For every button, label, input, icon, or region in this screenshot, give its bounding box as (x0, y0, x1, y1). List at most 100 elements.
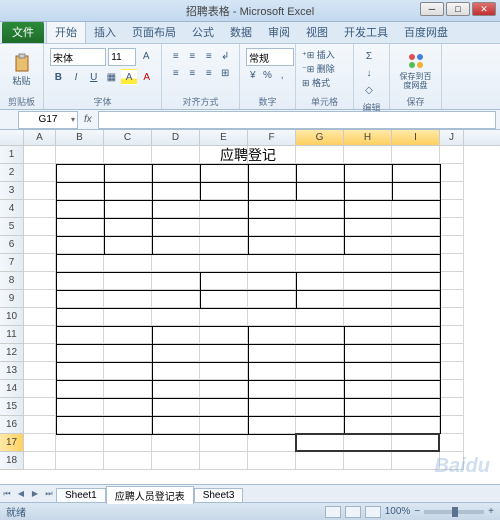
maximize-button[interactable]: □ (446, 2, 470, 16)
view-layout-button[interactable] (345, 506, 361, 518)
row-header-17[interactable]: 17 (0, 434, 24, 452)
border-button[interactable]: ▦ (103, 69, 120, 85)
col-header-F[interactable]: F (248, 130, 296, 145)
sheet-tab-2[interactable]: 应聘人员登记表 (106, 486, 194, 504)
col-header-J[interactable]: J (440, 130, 464, 145)
clipboard-label: 剪贴板 (4, 94, 39, 109)
sheet-tab-3[interactable]: Sheet3 (194, 488, 244, 502)
sheet-nav-next[interactable]: ▶ (28, 487, 42, 501)
status-mode: 就绪 (6, 504, 26, 519)
merged-title-cell[interactable]: 应聘登记 (56, 146, 440, 164)
font-name-dropdown[interactable]: 宋体 (50, 48, 106, 66)
tab-baidu[interactable]: 百度网盘 (396, 21, 456, 43)
percent-button[interactable]: % (261, 67, 275, 83)
row-header-7[interactable]: 7 (0, 254, 24, 272)
align-center-button[interactable]: ≡ (185, 65, 201, 81)
tab-insert[interactable]: 插入 (86, 21, 124, 43)
format-cells-button[interactable]: ⊞ 格式 (302, 76, 347, 89)
row-header-9[interactable]: 9 (0, 290, 24, 308)
zoom-level: 100% (385, 506, 411, 517)
row-header-5[interactable]: 5 (0, 218, 24, 236)
row-header-15[interactable]: 15 (0, 398, 24, 416)
row-header-11[interactable]: 11 (0, 326, 24, 344)
row-header-1[interactable]: 1 (0, 146, 24, 164)
view-break-button[interactable] (365, 506, 381, 518)
col-header-C[interactable]: C (104, 130, 152, 145)
zoom-controls: 100% − + (325, 506, 494, 518)
save-baidu-button[interactable]: 保存到百度网盘 (394, 49, 437, 92)
tab-dev[interactable]: 开发工具 (336, 21, 396, 43)
clear-button[interactable]: ◇ (360, 82, 378, 98)
zoom-in-button[interactable]: + (488, 506, 494, 517)
italic-button[interactable]: I (68, 69, 85, 85)
fill-button[interactable]: ↓ (360, 65, 378, 81)
row-header-18[interactable]: 18 (0, 452, 24, 470)
merge-button[interactable]: ⊞ (218, 65, 234, 81)
group-font: 宋体 11 A B I U ▦ A A 字体 (44, 44, 162, 109)
col-header-I[interactable]: I (392, 130, 440, 145)
col-header-D[interactable]: D (152, 130, 200, 145)
row-header-13[interactable]: 13 (0, 362, 24, 380)
wrap-button[interactable]: ↲ (218, 48, 234, 64)
group-cells: ⁺⊞ 插入 ⁻⊞ 删除 ⊞ 格式 单元格 (296, 44, 354, 109)
font-size-dropdown[interactable]: 11 (108, 48, 135, 66)
col-header-E[interactable]: E (200, 130, 248, 145)
sheet-nav-prev[interactable]: ◀ (14, 487, 28, 501)
col-header-H[interactable]: H (344, 130, 392, 145)
row-header-14[interactable]: 14 (0, 380, 24, 398)
sheet-nav-last[interactable]: ⏭ (42, 487, 56, 501)
row-header-3[interactable]: 3 (0, 182, 24, 200)
col-header-A[interactable]: A (24, 130, 56, 145)
ribbon-tabs: 文件 开始 插入 页面布局 公式 数据 审阅 视图 开发工具 百度网盘 (0, 22, 500, 44)
file-tab[interactable]: 文件 (2, 21, 44, 43)
bold-button[interactable]: B (50, 69, 67, 85)
row-header-2[interactable]: 2 (0, 164, 24, 182)
row-header-16[interactable]: 16 (0, 416, 24, 434)
delete-cells-button[interactable]: ⁻⊞ 删除 (302, 62, 347, 75)
tab-view[interactable]: 视图 (298, 21, 336, 43)
minimize-button[interactable]: ─ (420, 2, 444, 16)
tab-review[interactable]: 审阅 (260, 21, 298, 43)
tab-formulas[interactable]: 公式 (184, 21, 222, 43)
tab-home[interactable]: 开始 (46, 20, 86, 43)
col-header-B[interactable]: B (56, 130, 104, 145)
col-header-G[interactable]: G (296, 130, 344, 145)
row-header-12[interactable]: 12 (0, 344, 24, 362)
tab-layout[interactable]: 页面布局 (124, 21, 184, 43)
sheet-tab-1[interactable]: Sheet1 (56, 488, 106, 502)
tab-data[interactable]: 数据 (222, 21, 260, 43)
paste-button[interactable]: 粘贴 (10, 51, 34, 89)
font-color-button[interactable]: A (138, 69, 155, 85)
sheet-nav-first[interactable]: ⏮ (0, 487, 14, 501)
spreadsheet-grid[interactable]: ABCDEFGHIJ 123456789101112131415161718 应… (0, 130, 500, 484)
currency-button[interactable]: ¥ (246, 67, 260, 83)
comma-button[interactable]: , (275, 67, 289, 83)
align-mid-button[interactable]: ≡ (185, 48, 201, 64)
cells-area[interactable]: 应聘登记 (24, 146, 500, 470)
sheet-tab-bar: ⏮ ◀ ▶ ⏭ Sheet1 应聘人员登记表 Sheet3 (0, 484, 500, 502)
view-normal-button[interactable] (325, 506, 341, 518)
row-header-6[interactable]: 6 (0, 236, 24, 254)
align-bot-button[interactable]: ≡ (201, 48, 217, 64)
select-all-corner[interactable] (0, 130, 24, 145)
formula-input[interactable] (98, 111, 496, 129)
align-left-button[interactable]: ≡ (168, 65, 184, 81)
name-box[interactable]: G17 (18, 111, 78, 129)
zoom-slider[interactable] (424, 510, 484, 514)
align-right-button[interactable]: ≡ (201, 65, 217, 81)
fx-icon[interactable]: fx (84, 114, 92, 125)
underline-button[interactable]: U (85, 69, 102, 85)
number-format-dropdown[interactable]: 常规 (246, 48, 294, 66)
align-top-button[interactable]: ≡ (168, 48, 184, 64)
row-header-4[interactable]: 4 (0, 200, 24, 218)
close-button[interactable]: ✕ (472, 2, 496, 16)
paste-label: 粘贴 (12, 74, 30, 87)
zoom-out-button[interactable]: − (414, 506, 420, 517)
insert-cells-button[interactable]: ⁺⊞ 插入 (302, 48, 347, 61)
row-header-10[interactable]: 10 (0, 308, 24, 326)
increase-font-button[interactable]: A (138, 48, 155, 64)
autosum-button[interactable]: Σ (360, 48, 378, 64)
fill-color-button[interactable]: A (121, 69, 138, 85)
ribbon: 粘贴 剪贴板 宋体 11 A B I U ▦ A A 字体 ≡ (0, 44, 500, 110)
row-header-8[interactable]: 8 (0, 272, 24, 290)
